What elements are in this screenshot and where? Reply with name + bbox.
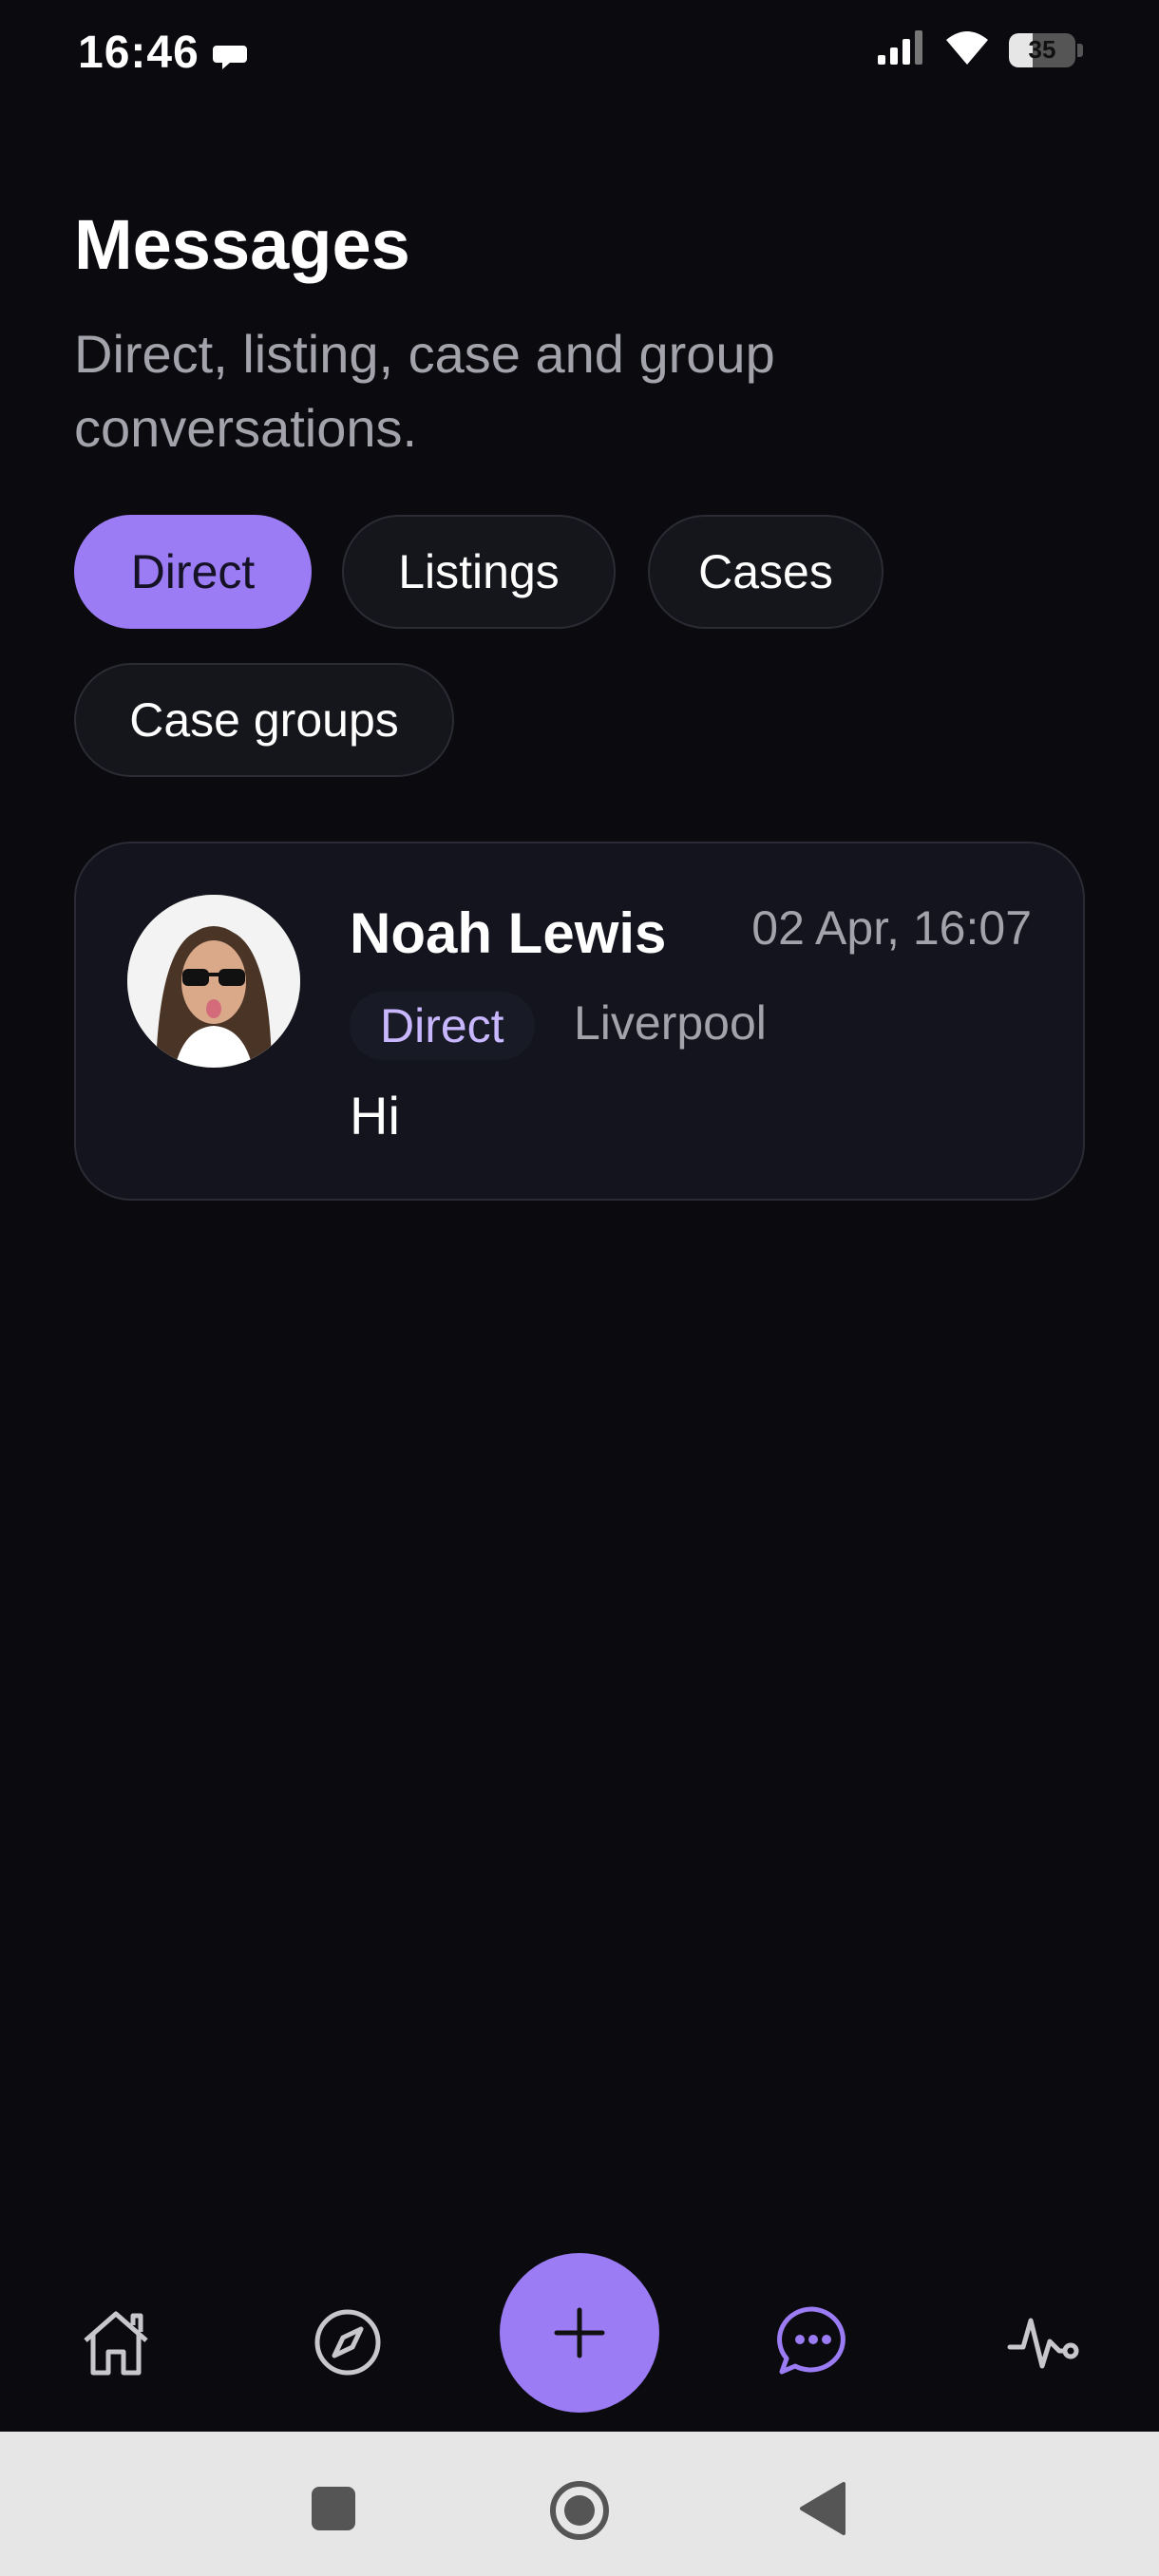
activity-pulse-icon[interactable] (1001, 2299, 1087, 2384)
recents-square-icon[interactable] (304, 2479, 363, 2538)
contact-name: Noah Lewis (350, 901, 667, 965)
home-circle-icon[interactable] (546, 2477, 613, 2544)
filter-chip-label: Listings (398, 545, 560, 598)
filter-chip-cases[interactable]: Cases (648, 515, 884, 629)
battery-icon: 35 (1009, 32, 1075, 67)
filter-chip-direct[interactable]: Direct (74, 515, 312, 629)
chat-bubble-icon[interactable] (770, 2299, 855, 2384)
avatar (127, 895, 300, 1068)
new-conversation-button[interactable] (500, 2253, 659, 2413)
status-indicators: 35 (876, 28, 1083, 71)
conversation-type-label: Direct (380, 999, 504, 1052)
status-bar: 16:46 35 (0, 0, 1159, 114)
contact-location: Liverpool (574, 996, 767, 1050)
chat-notification-icon (211, 38, 249, 76)
cell-signal-icon (876, 28, 925, 71)
wifi-icon (944, 28, 990, 71)
filter-chip-label: Case groups (129, 693, 399, 747)
conversation-type-badge: Direct (350, 992, 535, 1060)
page-title: Messages (74, 205, 410, 284)
page-subtitle: Direct, listing, case and group conversa… (74, 324, 775, 458)
filter-chip-case-groups[interactable]: Case groups (74, 663, 454, 777)
conversation-card[interactable]: Noah Lewis 02 Apr, 16:07 Direct Liverpoo… (74, 842, 1085, 1201)
filter-chip-label: Cases (698, 545, 833, 598)
message-timestamp: 02 Apr, 16:07 (751, 901, 1032, 955)
system-nav-bar (0, 2432, 1159, 2576)
back-triangle-icon[interactable] (793, 2477, 852, 2540)
compass-icon[interactable] (306, 2301, 390, 2384)
status-time: 16:46 (78, 28, 200, 78)
filter-chip-label: Direct (130, 545, 256, 598)
plus-icon (554, 2307, 605, 2358)
last-message-preview: Hi (350, 1086, 400, 1146)
filter-chip-listings[interactable]: Listings (342, 515, 616, 629)
home-icon[interactable] (74, 2301, 158, 2384)
battery-percent: 35 (1028, 35, 1056, 64)
